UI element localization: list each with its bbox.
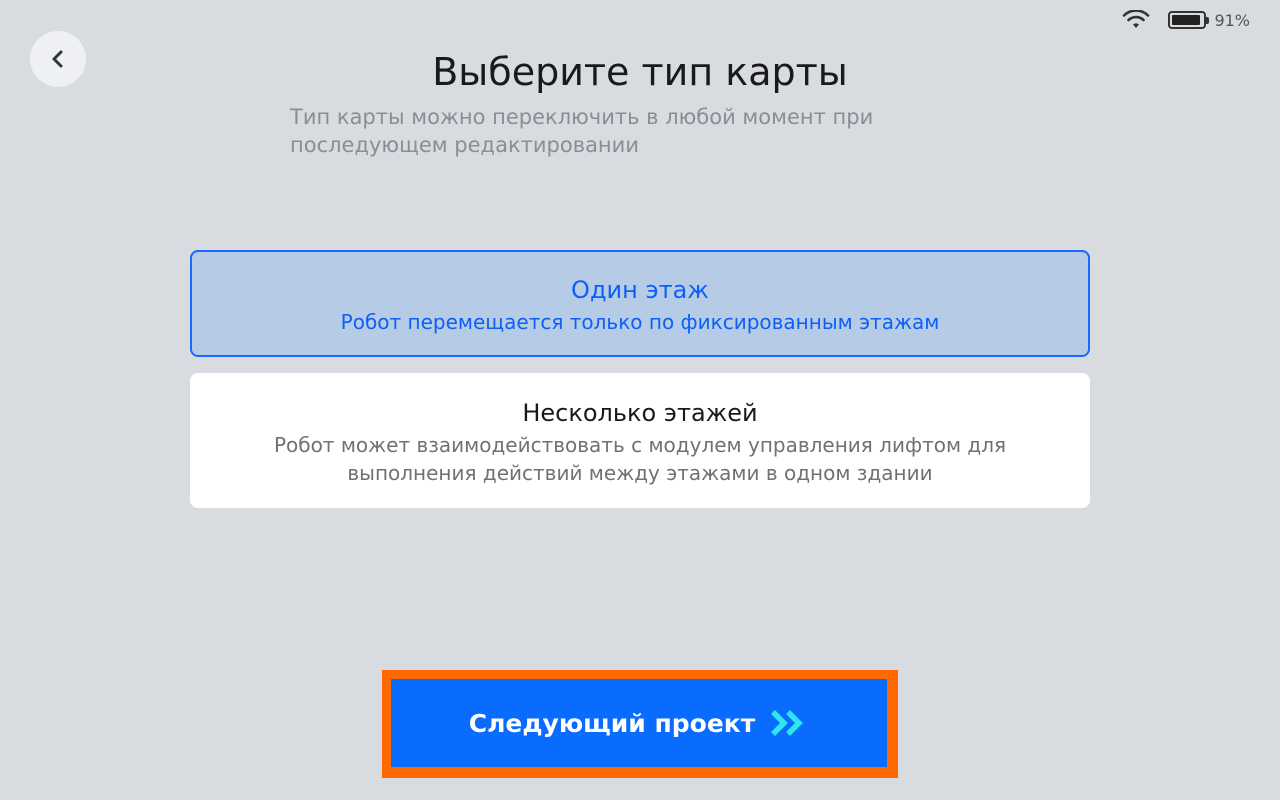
option-title: Один этаж [571, 276, 709, 304]
next-button-highlight: Следующий проект [382, 670, 898, 778]
next-button-label: Следующий проект [468, 708, 756, 738]
double-chevron-right-icon [771, 710, 804, 736]
battery-fill [1172, 15, 1200, 25]
next-project-button[interactable]: Следующий проект [391, 679, 887, 767]
option-single-floor[interactable]: Один этаж Робот перемещается только по ф… [190, 250, 1090, 357]
page-subtitle: Тип карты можно переключить в любой моме… [290, 105, 874, 157]
wifi-icon [1123, 10, 1150, 28]
page-title: Выберите тип карты [432, 50, 848, 94]
battery-icon [1168, 11, 1210, 29]
option-multi-floor[interactable]: Несколько этажей Робот может взаимодейст… [190, 373, 1090, 508]
screen: 91% Выберите тип карты Тип карты можно п… [0, 0, 1280, 800]
battery-percent: 91% [1214, 10, 1250, 30]
option-description: Робот перемещается только по фиксированн… [340, 310, 940, 334]
option-description: Робот может взаимодействовать с модулем … [273, 433, 1007, 485]
status-bar: 91% [1122, 10, 1250, 30]
battery-indicator: 91% [1168, 11, 1250, 30]
option-title: Несколько этажей [522, 399, 758, 427]
